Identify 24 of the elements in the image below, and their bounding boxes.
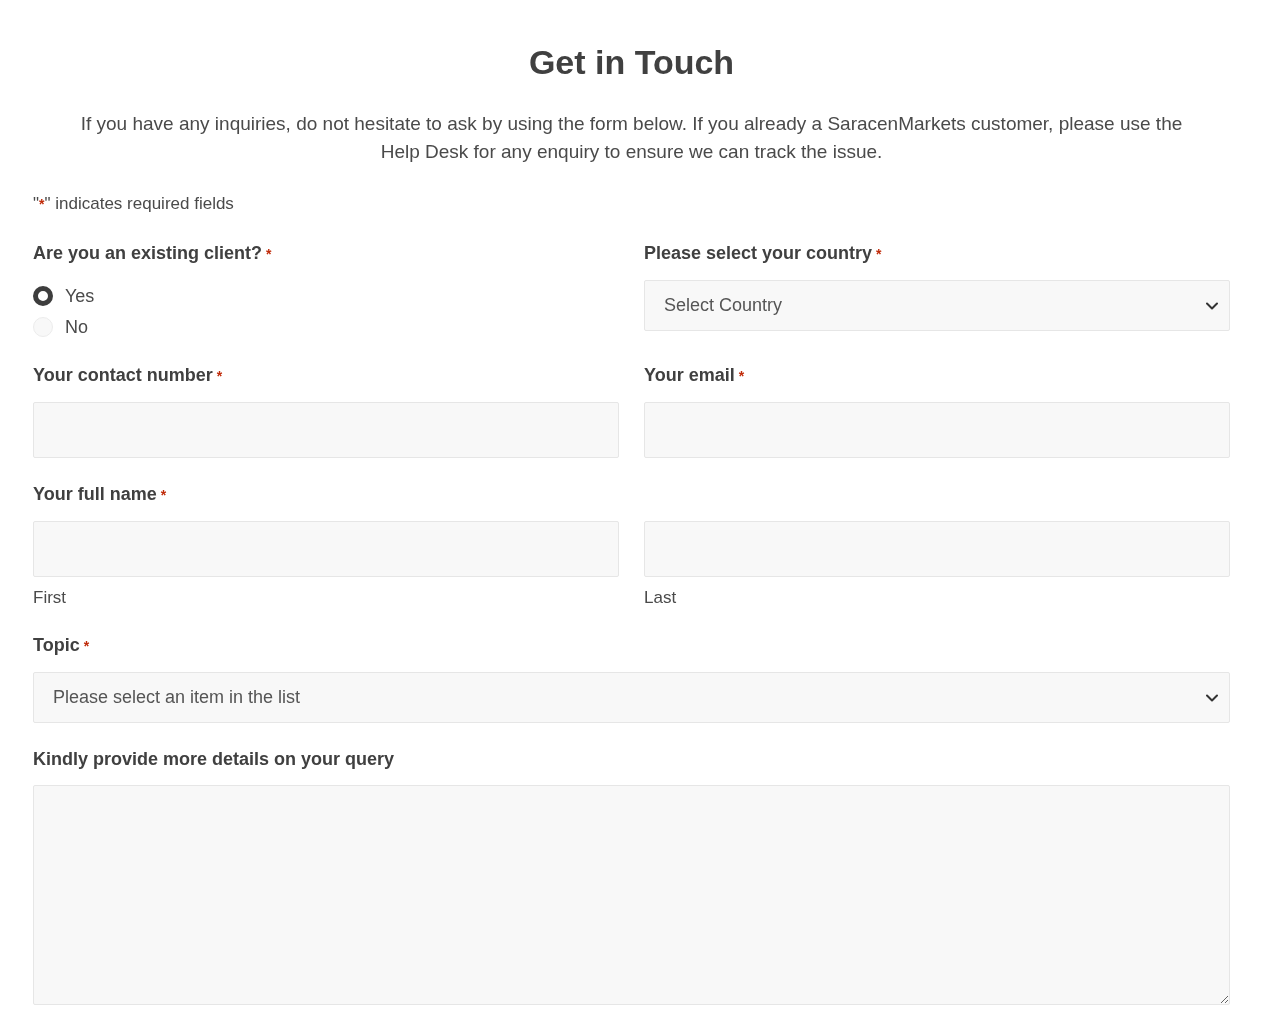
field-label: Your contact number * xyxy=(33,364,223,387)
chevron-down-icon xyxy=(1206,301,1218,310)
select-field[interactable]: Select Country xyxy=(644,280,1230,331)
field-label: Your email * xyxy=(644,364,745,387)
input-field[interactable] xyxy=(33,402,619,458)
chevron-down-icon xyxy=(1206,693,1218,702)
field-caption: Last xyxy=(644,587,677,609)
field-label: Kindly provide more details on your query xyxy=(33,748,395,771)
select-field[interactable]: Please select an item in the list xyxy=(33,672,1230,723)
input-field[interactable] xyxy=(33,521,619,577)
field-label: Please select your country * xyxy=(644,242,882,265)
intro-text: If you have any inquiries, do not hesitate to ask by using the form below. If you already a SaracenMarkets customer, please use the Help Desk for any enquiry to ensure we can track the issue. xyxy=(79,112,1184,164)
radio-option[interactable]: Yes xyxy=(33,284,95,308)
radio-option[interactable]: No xyxy=(33,315,88,339)
input-field[interactable] xyxy=(644,521,1230,577)
field-label: Topic * xyxy=(33,634,90,657)
page-title: Get in Touch xyxy=(527,42,736,82)
field-label: Your full name * xyxy=(33,483,167,506)
radio-icon[interactable] xyxy=(33,286,53,306)
textarea-field[interactable] xyxy=(33,785,1230,1005)
field-label: Are you an existing client? * xyxy=(33,242,272,265)
field-caption: First xyxy=(33,587,67,609)
input-field[interactable] xyxy=(644,402,1230,458)
required-note: "*" indicates required fields xyxy=(33,193,234,215)
